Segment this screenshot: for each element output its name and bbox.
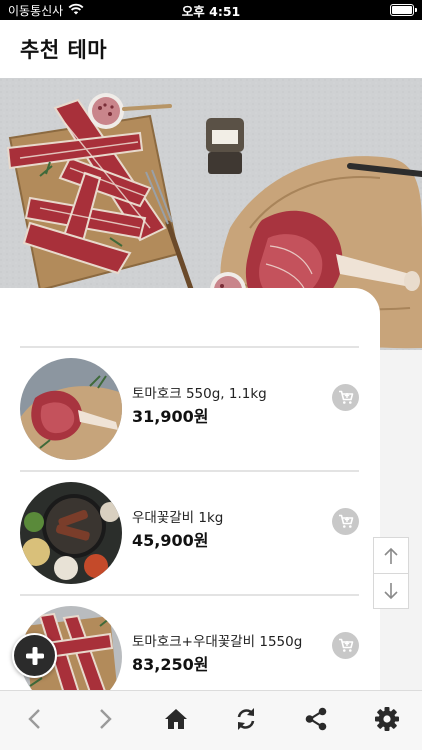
forward-icon [100, 709, 113, 729]
cart-icon [338, 390, 353, 404]
battery-icon [390, 4, 417, 16]
add-to-cart-button[interactable] [332, 632, 359, 659]
product-thumbnail[interactable] [20, 482, 122, 584]
product-price: 31,900원 [132, 407, 209, 426]
add-to-cart-button[interactable] [332, 384, 359, 411]
carrier-label: 이동통신사 [8, 3, 64, 18]
product-item-set[interactable]: 토마호크+우대꽃갈비 1550g 83,250원 [0, 596, 380, 690]
side-gray-area [380, 350, 422, 690]
product-price: 45,900원 [132, 531, 209, 550]
wifi-icon [68, 3, 84, 18]
scroll-up-button[interactable] [374, 538, 408, 573]
nav-home-button[interactable] [161, 704, 191, 734]
scroll-down-button[interactable] [374, 573, 408, 608]
product-name: 우대꽃갈비 1kg [132, 510, 224, 526]
nav-back-button[interactable] [20, 704, 50, 734]
product-item-tomahawk[interactable]: 토마호크 550g, 1.1kg 31,900원 [0, 348, 380, 472]
nav-settings-button[interactable] [372, 704, 402, 734]
refresh-icon [237, 708, 255, 730]
product-item-kkotgalbi[interactable]: 우대꽃갈비 1kg 45,900원 [0, 472, 380, 596]
product-price: 83,250원 [132, 655, 209, 674]
header: 추천 테마 [0, 20, 422, 78]
status-left: 이동통신사 [8, 2, 84, 19]
page-title: 추천 테마 [20, 38, 108, 62]
plus-icon [25, 646, 44, 665]
product-name: 토마호크+우대꽃갈비 1550g [132, 634, 303, 650]
product-name: 토마호크 550g, 1.1kg [132, 386, 267, 402]
product-thumbnail[interactable] [20, 358, 122, 460]
scroll-controls [373, 537, 409, 609]
arrow-up-icon [384, 547, 398, 564]
arrow-down-icon [384, 583, 398, 600]
nav-refresh-button[interactable] [231, 704, 261, 734]
cart-icon [338, 514, 353, 528]
nav-forward-button[interactable] [90, 704, 120, 734]
nav-share-button[interactable] [301, 704, 331, 734]
status-bar: 이동통신사 오후 4:51 [0, 0, 422, 20]
back-icon [28, 709, 41, 729]
cart-icon [338, 638, 353, 652]
home-icon [164, 709, 187, 729]
floating-add-button[interactable] [12, 633, 57, 678]
add-to-cart-button[interactable] [332, 508, 359, 535]
share-icon [306, 707, 327, 731]
product-list-card: 토마호크 550g, 1.1kg 31,900원 우대꽃갈비 1kg 45,90… [0, 288, 380, 690]
bottom-nav [0, 690, 422, 750]
settings-icon [374, 707, 399, 731]
